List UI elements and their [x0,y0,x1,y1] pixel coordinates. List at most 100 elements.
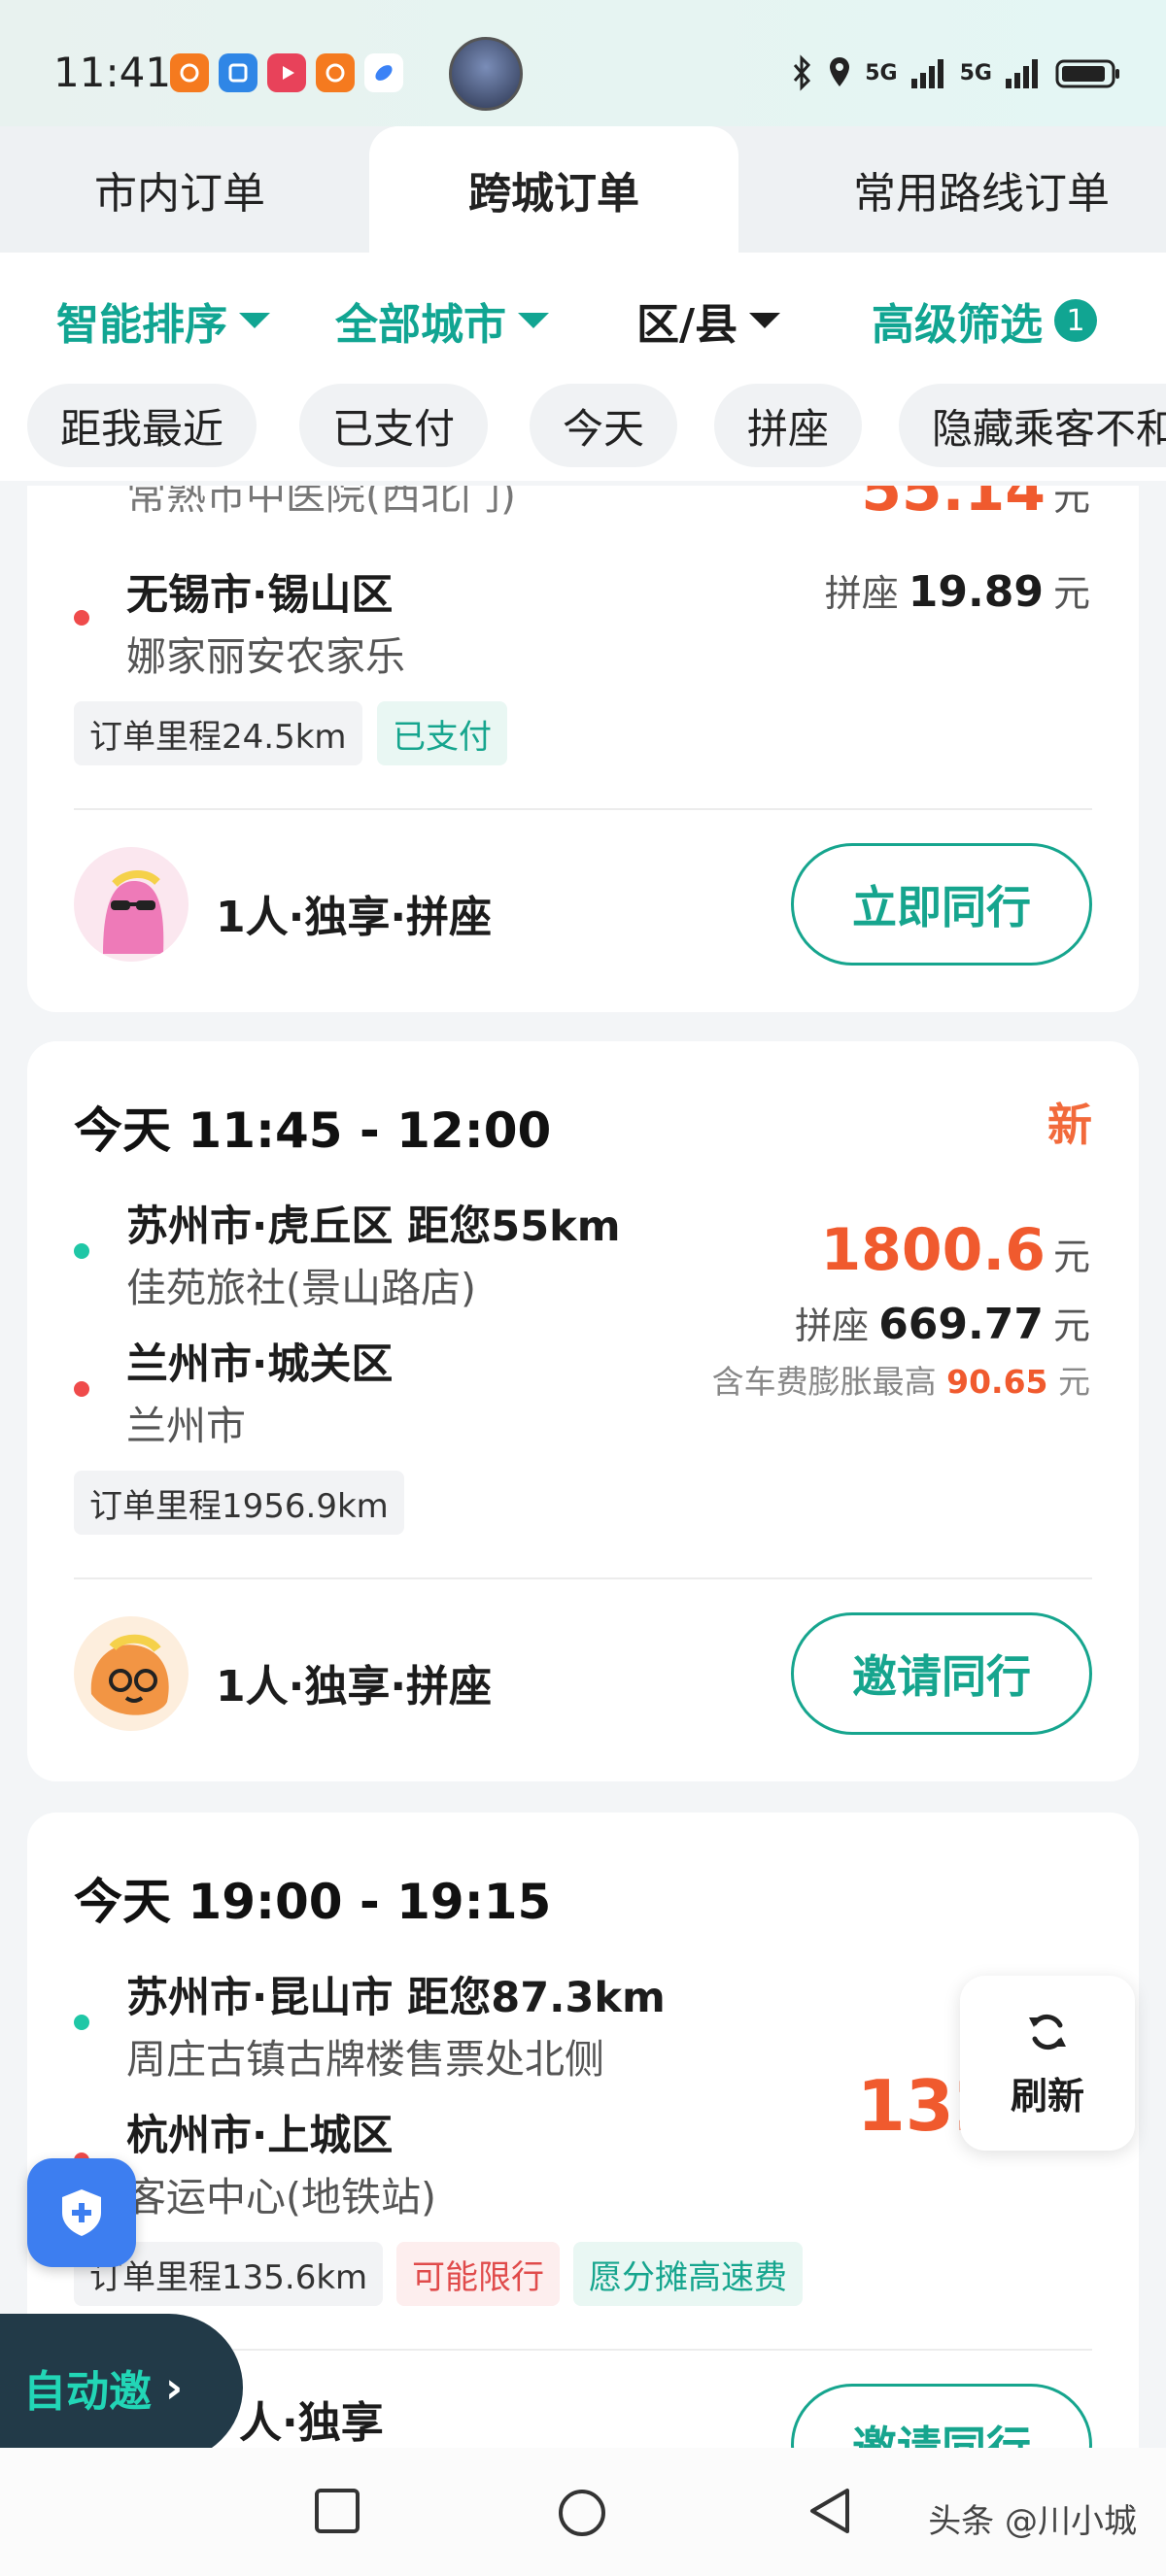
home-icon[interactable] [556,2487,608,2539]
share-price: 拼座 19.89 元 [825,563,1090,617]
order-time: 今天 19:00 - 19:15 [74,1874,552,1930]
refresh-icon [1029,2014,1066,2050]
safety-shield-button[interactable] [27,2158,136,2267]
end-place: 客运中心(地铁站) [126,2174,436,2220]
filter-bar: 智能排序 全部城市 区/县 高级筛选 1 [0,253,1166,384]
order-time: 今天 11:45 - 12:00 [74,1102,552,1159]
price-unit: 元 [1052,1236,1090,1278]
notification-icons [170,53,403,92]
mileage-tag: 订单里程24.5km [74,701,362,765]
advanced-filter-button[interactable]: 高级筛选 1 [872,289,1097,352]
surge-label: 含车费膨胀最高 [711,1363,937,1401]
location-icon [830,57,850,86]
chip-today[interactable]: 今天 [530,384,678,467]
end-dot [74,610,89,626]
price-value: 1800.6 [820,1216,1046,1284]
start-dot [74,1243,89,1259]
join-now-button[interactable]: 立即同行 [791,843,1092,966]
signal-icon-2 [1006,59,1038,88]
signal-icon-1 [910,59,943,88]
share-price-value: 669.77 [878,1300,1044,1349]
chevron-down-icon [518,313,549,328]
bluetooth-icon [794,54,811,91]
city-label: 全部城市 [335,300,506,350]
divider [74,808,1092,810]
didi-app-icon-2 [316,53,355,92]
order-card[interactable]: 今天 11:45 - 12:00 新 苏州市·虎丘区 距您55km 佳苑旅社(景… [27,1041,1139,1781]
chevron-right-icon: › [165,2362,184,2413]
district-dropdown[interactable]: 区/县 [636,289,781,352]
network-label-2: 5G [959,60,992,85]
share-price-unit: 元 [1052,1305,1090,1347]
auto-invite-button[interactable]: 自动邀 › [0,2314,243,2461]
surge-unit: 元 [1058,1363,1090,1401]
didi-app-icon [170,53,209,92]
toll-share-tag: 愿分摊高速费 [573,2242,803,2306]
status-indicators: 5G 5G [791,53,1122,92]
invite-button[interactable]: 邀请同行 [791,1612,1092,1735]
rider-info: 1人·独享·拼座 [216,1662,493,1712]
mileage-tag: 订单里程1956.9km [74,1471,404,1535]
chip-hide-passengers[interactable]: 隐藏乘客不和 [899,384,1166,467]
sort-dropdown[interactable]: 智能排序 [56,289,270,352]
share-price-value: 19.89 [908,567,1044,617]
start-place: 常熟市中医院(西北门) [126,486,516,519]
advanced-filter-label: 高级筛选 [872,300,1043,350]
network-label-1: 5G [865,60,898,85]
sort-label: 智能排序 [56,300,227,350]
tab-local-orders[interactable]: 市内订单 [0,126,360,253]
district-label: 区/县 [636,300,738,350]
city-dropdown[interactable]: 全部城市 [335,289,549,352]
share-label: 拼座 [824,572,899,615]
quick-filter-chips: 距我最近 已支付 今天 拼座 隐藏乘客不和 [0,384,1166,481]
chip-paid[interactable]: 已支付 [299,384,489,467]
start-place: 周庄古镇古牌楼售票处北侧 [126,2036,604,2083]
end-place: 兰州市 [126,1403,246,1449]
invite-button[interactable]: 邀请同行 [791,2384,1092,2454]
new-badge: 新 [1047,1099,1092,1151]
end-place: 娜家丽安农家乐 [126,633,405,680]
filter-count-badge: 1 [1054,299,1097,342]
rider-info: 1人·独享·拼座 [216,893,493,942]
rider-info: 人·独享 [239,2398,384,2448]
surge-info: 含车费膨胀最高 90.65 元 [712,1356,1090,1403]
order-tabs: 市内订单 跨城订单 常用路线订单 [0,126,1166,253]
status-bar: 11:41 5G 5G [0,0,1166,126]
share-price-unit: 元 [1052,572,1090,615]
start-place: 佳苑旅社(景山路店) [126,1265,476,1311]
tab-intercity-orders[interactable]: 跨城订单 [369,126,738,253]
start-city: 苏州市·虎丘区 距您55km [126,1203,621,1251]
price-unit: 元 [1052,486,1090,519]
paid-tag: 已支付 [377,701,507,765]
price: 55.14 元 [861,486,1090,525]
end-city: 杭州市·上城区 [126,2112,394,2160]
status-time: 11:41 [53,49,172,96]
rider-avatar [74,847,189,962]
share-price: 拼座 669.77 元 [795,1296,1090,1349]
start-city: 苏州市·昆山市 距您87.3km [126,1974,666,2022]
watermark: 头条 @川小城 [928,2502,1137,2541]
divider [74,1577,1092,1579]
refresh-button[interactable]: 刷新 [960,1976,1135,2151]
back-icon[interactable] [806,2487,855,2535]
price: 1800.6 元 [820,1216,1090,1284]
blue-app-icon [364,53,403,92]
chevron-down-icon [749,313,781,328]
restriction-tag: 可能限行 [396,2242,560,2306]
battery-icon [1055,59,1119,88]
video-app-icon [267,53,306,92]
music-avatar [449,37,523,111]
order-card[interactable]: 常熟市中医院(西北门) 55.14 元 无锡市·锡山区 娜家丽安农家乐 拼座 1… [27,486,1139,1012]
chip-nearest[interactable]: 距我最近 [27,384,257,467]
start-dot [74,2015,89,2030]
chip-carpool[interactable]: 拼座 [714,384,863,467]
shield-icon [62,2189,101,2236]
price-value: 55.14 [861,486,1046,525]
refresh-label: 刷新 [1010,2074,1084,2118]
recents-icon[interactable] [313,2487,361,2535]
auto-invite-label: 自动邀 [23,2367,152,2417]
mail-app-icon [219,53,257,92]
surge-value: 90.65 [946,1363,1048,1401]
tab-common-route-orders[interactable]: 常用路线订单 [797,126,1166,253]
share-label: 拼座 [795,1305,870,1347]
